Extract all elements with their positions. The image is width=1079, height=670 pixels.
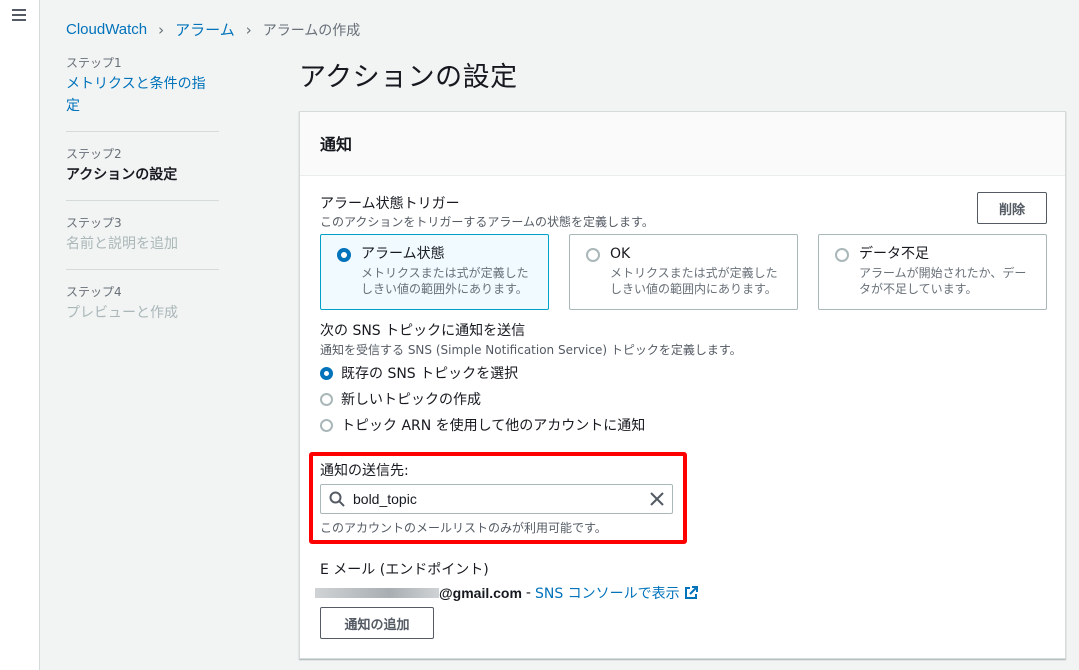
radio-label: 既存の SNS トピックを選択: [341, 366, 519, 382]
menu-icon[interactable]: [12, 9, 26, 21]
radio-checked-icon: [320, 366, 333, 380]
tile-description: メトリクスまたは式が定義した しきい値の範囲内にあります。: [610, 266, 778, 296]
step-2: ステップ2 アクションの設定: [66, 146, 219, 201]
tile-title: データ不足: [859, 246, 929, 262]
step-1: ステップ1 メトリクスと条件の指定: [66, 55, 219, 132]
radio-icon: [586, 248, 600, 262]
radio-topic-arn[interactable]: トピック ARN を使用して他のアカウントに通知: [320, 415, 645, 435]
topic-search-field: [320, 484, 673, 514]
radio-icon: [835, 248, 849, 262]
step-number: ステップ1: [66, 56, 122, 70]
breadcrumb-cloudwatch[interactable]: CloudWatch: [66, 21, 147, 38]
sns-description: 通知を受信する SNS (Simple Notification Service…: [320, 343, 742, 357]
step-4: ステップ4 プレビューと作成: [66, 284, 219, 338]
panel-header: 通知: [300, 112, 1065, 176]
tile-title: OK: [610, 246, 631, 262]
step-3: ステップ3 名前と説明を追加: [66, 215, 219, 270]
radio-new-topic[interactable]: 新しいトピックの作成: [320, 389, 481, 409]
destination-label: 通知の送信先:: [320, 463, 409, 479]
radio-icon: [320, 392, 333, 406]
tile-title: アラーム状態: [361, 246, 445, 262]
separator-dash: -: [525, 585, 531, 601]
tile-description: アラームが開始されたか、デー タが不足しています。: [859, 266, 1027, 296]
add-notification-button[interactable]: 通知の追加: [320, 607, 434, 639]
radio-label: 新しいトピックの作成: [341, 392, 481, 408]
radio-icon: [320, 418, 333, 432]
panel-title: 通知: [320, 135, 353, 154]
trigger-label: アラーム状態トリガー: [320, 196, 460, 212]
chevron-right-icon: ›: [158, 20, 165, 39]
tile-in-alarm[interactable]: アラーム状態 メトリクスまたは式が定義した しきい値の範囲外にあります。: [320, 234, 549, 310]
tile-ok[interactable]: OK メトリクスまたは式が定義した しきい値の範囲内にあります。: [569, 234, 798, 310]
external-link-icon[interactable]: [684, 586, 698, 600]
email-endpoint-label: E メール (エンドポイント): [320, 562, 489, 578]
tile-insufficient-data[interactable]: データ不足 アラームが開始されたか、デー タが不足しています。: [818, 234, 1047, 310]
delete-button[interactable]: 削除: [977, 192, 1047, 224]
breadcrumb: CloudWatch › アラーム › アラームの作成: [66, 19, 360, 40]
step-3-title: 名前と説明を追加: [66, 236, 178, 252]
radio-existing-topic[interactable]: 既存の SNS トピックを選択: [320, 363, 518, 383]
destination-hint: このアカウントのメールリストのみが利用可能です。: [320, 521, 607, 535]
step-1-link[interactable]: メトリクスと条件の指定: [66, 73, 219, 117]
chevron-right-icon: ›: [245, 20, 252, 39]
trigger-description: このアクションをトリガーするアラームの状態を定義します。: [320, 215, 654, 229]
sns-console-link[interactable]: SNS コンソールで表示: [535, 583, 680, 603]
step-2-current: アクションの設定: [66, 167, 178, 183]
notification-panel: 通知 アラーム状態トリガー このアクションをトリガーするアラームの状態を定義しま…: [299, 111, 1066, 659]
step-number: ステップ2: [66, 147, 122, 161]
email-domain: @gmail.com: [439, 585, 522, 601]
clear-icon[interactable]: [650, 492, 664, 506]
email-endpoint-row: @gmail.com - SNS コンソールで表示: [315, 583, 698, 603]
redacted-email-user: [315, 588, 439, 598]
tile-description: メトリクスまたは式が定義した しきい値の範囲外にあります。: [361, 266, 529, 296]
radio-checked-icon: [337, 248, 351, 262]
step-4-title: プレビューと作成: [66, 305, 178, 321]
sns-label: 次の SNS トピックに通知を送信: [320, 323, 526, 339]
breadcrumb-current: アラームの作成: [262, 22, 361, 39]
search-icon: [329, 491, 345, 507]
page-title: アクションの設定: [299, 62, 518, 93]
radio-label: トピック ARN を使用して他のアカウントに通知: [341, 418, 646, 434]
breadcrumb-alarms[interactable]: アラーム: [175, 19, 235, 40]
left-rail: [0, 0, 40, 670]
step-number: ステップ3: [66, 216, 122, 230]
wizard-steps: ステップ1 メトリクスと条件の指定 ステップ2 アクションの設定 ステップ3 名…: [66, 55, 219, 352]
topic-search-input[interactable]: [353, 491, 650, 507]
step-number: ステップ4: [66, 285, 122, 299]
